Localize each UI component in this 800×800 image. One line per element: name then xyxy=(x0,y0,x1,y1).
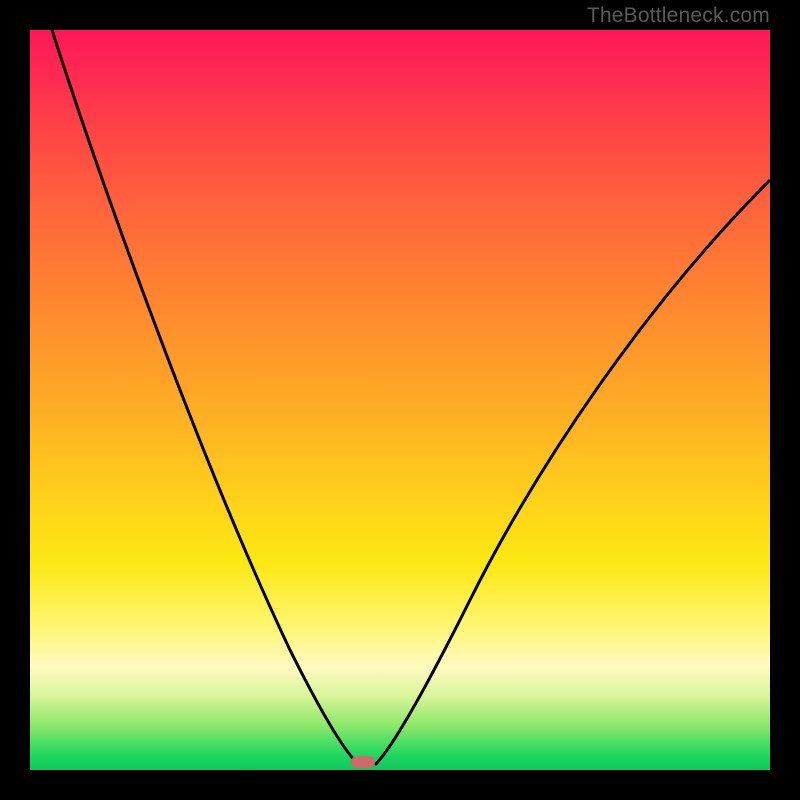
bottleneck-curve xyxy=(30,30,770,770)
chart-frame: TheBottleneck.com xyxy=(0,0,800,800)
plot-area xyxy=(30,30,770,770)
curve-left-branch xyxy=(52,30,360,765)
curve-right-branch xyxy=(375,180,770,765)
optimum-marker xyxy=(351,756,375,768)
watermark-text: TheBottleneck.com xyxy=(587,4,770,28)
